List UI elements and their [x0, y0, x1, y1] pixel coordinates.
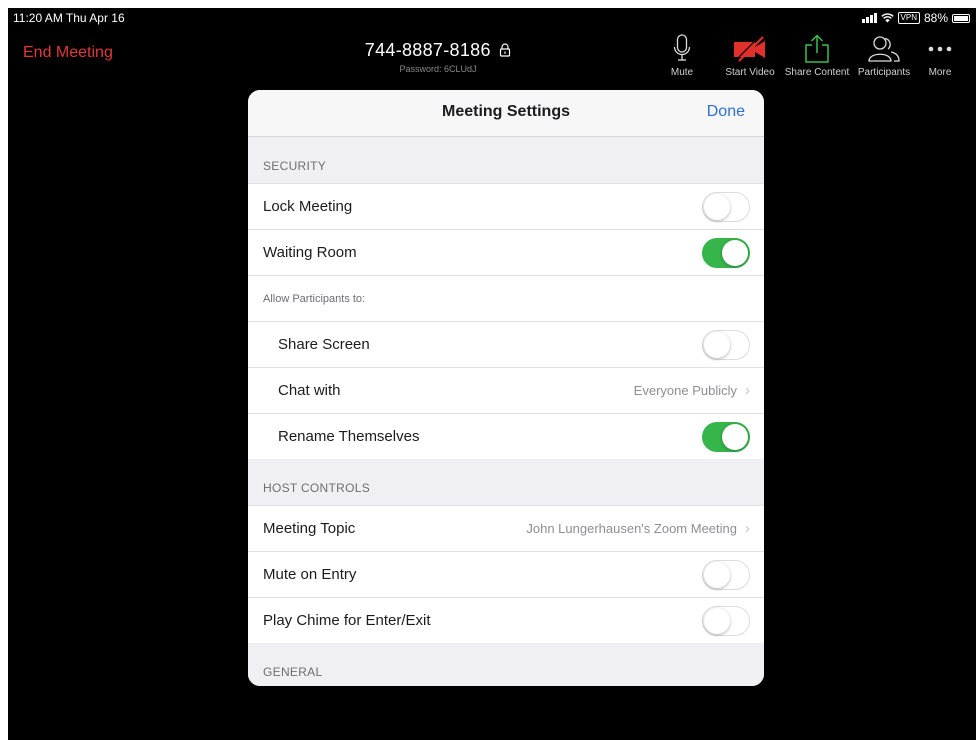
rename-themselves-label: Rename Themselves — [278, 428, 420, 445]
panel-header: Meeting Settings Done — [248, 90, 764, 137]
participants-label: Participants — [857, 67, 911, 78]
share-screen-row: Share Screen — [248, 321, 764, 367]
share-icon — [805, 34, 829, 63]
mute-label: Mute — [670, 67, 694, 78]
meeting-id: 744-8887-8186 — [364, 40, 491, 60]
share-screen-toggle[interactable] — [702, 329, 750, 360]
chevron-right-icon: › — [745, 382, 750, 399]
more-button[interactable]: More — [910, 34, 970, 78]
waiting-room-label: Waiting Room — [263, 244, 357, 261]
waiting-room-row: Waiting Room — [248, 229, 764, 275]
cellular-signal-icon — [861, 13, 877, 23]
section-header-general: GENERAL — [248, 643, 764, 686]
play-chime-label: Play Chime for Enter/Exit — [263, 612, 431, 629]
mute-on-entry-row: Mute on Entry — [248, 551, 764, 597]
meeting-topic-label: Meeting Topic — [263, 520, 356, 537]
battery-percent: 88% — [923, 11, 948, 25]
rename-themselves-row: Rename Themselves — [248, 413, 764, 459]
meeting-info[interactable]: 744-8887-8186 Password: 6CLUdJ — [308, 40, 568, 74]
lock-meeting-row: Lock Meeting — [248, 183, 764, 229]
section-header-security: SECURITY — [248, 137, 764, 183]
microphone-icon — [673, 34, 691, 61]
end-meeting-button[interactable]: End Meeting — [23, 44, 113, 62]
share-screen-label: Share Screen — [278, 336, 370, 353]
chat-with-value: Everyone Publicly — [633, 383, 737, 398]
done-button[interactable]: Done — [707, 103, 745, 121]
start-video-label: Start Video — [725, 67, 775, 78]
more-label: More — [928, 67, 952, 78]
battery-icon — [952, 13, 970, 23]
meeting-toolbar: End Meeting 744-8887-8186 Password: 6CLU… — [8, 30, 976, 88]
waiting-room-toggle[interactable] — [702, 237, 750, 268]
participants-icon — [868, 36, 900, 62]
wifi-icon — [880, 13, 894, 23]
allow-participants-header: Allow Participants to: — [248, 275, 764, 321]
share-content-label: Share Content — [784, 67, 850, 78]
panel-title: Meeting Settings — [441, 103, 570, 120]
play-chime-row: Play Chime for Enter/Exit — [248, 597, 764, 643]
more-dots-icon — [928, 46, 952, 52]
meeting-topic-row[interactable]: Meeting Topic John Lungerhausen's Zoom M… — [248, 505, 764, 551]
rename-themselves-toggle[interactable] — [702, 421, 750, 452]
vpn-badge: VPN — [897, 12, 920, 24]
meeting-topic-value: John Lungerhausen's Zoom Meeting — [526, 521, 737, 536]
play-chime-toggle[interactable] — [702, 605, 750, 636]
section-header-host-controls: HOST CONTROLS — [248, 459, 764, 505]
mute-on-entry-label: Mute on Entry — [263, 566, 357, 583]
status-indicators: VPN 88% — [861, 11, 970, 25]
lock-meeting-label: Lock Meeting — [263, 198, 353, 215]
lock-icon — [500, 43, 511, 57]
chat-with-row[interactable]: Chat with Everyone Publicly › — [248, 367, 764, 413]
mute-on-entry-toggle[interactable] — [702, 559, 750, 590]
meeting-id-line: 744-8887-8186 — [308, 40, 568, 61]
video-off-icon — [734, 35, 765, 62]
lock-meeting-toggle[interactable] — [702, 191, 750, 222]
status-time: 11:20 AM Thu Apr 16 — [13, 11, 125, 25]
meeting-password: Password: 6CLUdJ — [399, 64, 477, 74]
chevron-right-icon: › — [745, 520, 750, 537]
chat-with-label: Chat with — [278, 382, 341, 399]
status-bar: 11:20 AM Thu Apr 16 VPN 88% — [8, 8, 976, 30]
meeting-settings-panel: Meeting Settings Done SECURITY Lock Meet… — [248, 90, 764, 686]
meeting-screen: 11:20 AM Thu Apr 16 VPN 88% End Meeting … — [8, 8, 976, 740]
